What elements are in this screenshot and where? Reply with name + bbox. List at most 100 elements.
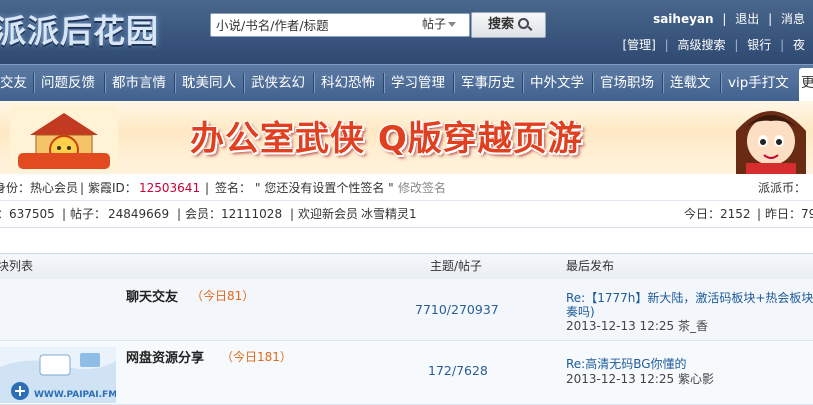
last-post-title-link[interactable]: Re:【1777h】新大陆，激活码板块+热会板块 <box>566 289 813 306</box>
divider: | <box>722 12 727 26</box>
nav-divider <box>313 73 314 93</box>
search-type-dropdown[interactable]: 帖子 <box>422 13 470 35</box>
advanced-search-link[interactable]: 高级搜索 <box>678 38 726 52</box>
nav-item-military-history[interactable]: 军事历史 <box>461 65 515 101</box>
divider: | <box>177 207 182 221</box>
divider: | <box>664 38 669 52</box>
last-post-time: 2013-12-13 12:25 <box>566 319 675 333</box>
divider: | <box>80 181 85 195</box>
nav-item-danmei[interactable]: 耽美同人 <box>182 65 236 101</box>
profile-info-row: 身份： 热心会员 | 紫霞ID： 12503641 | 签名： " 您还没有设置… <box>0 176 813 201</box>
messages-link[interactable]: 消息 <box>781 12 805 26</box>
user-links-secondary: [管理] | 高级搜索 | 银行 | 夜 <box>622 36 805 53</box>
chevron-down-icon <box>448 22 457 27</box>
nav-item-feedback[interactable]: 问题反馈 <box>41 65 95 101</box>
search-button-label: 搜索 <box>487 17 514 32</box>
forum-thumbnail-icon: WWW.PAIPAI.FM <box>0 347 116 403</box>
column-forum: 块列表 <box>0 259 34 273</box>
signature-label: 签名： <box>215 181 252 195</box>
nav-item-more[interactable]: 更 <box>801 65 813 101</box>
search-icon <box>518 18 529 29</box>
posts-value: 24849669 <box>108 207 170 221</box>
nav-divider <box>453 73 454 93</box>
game-logo-icon <box>10 105 118 171</box>
forum-table-header: 块列表 主题/帖子 最后发布 <box>0 253 813 280</box>
welcome-text: 欢迎新会员 <box>298 207 359 221</box>
posts-label: 帖子： <box>70 207 107 221</box>
banner-slogan: 办公室武侠 Q版穿越页游 <box>190 119 583 159</box>
today-label: 今日： <box>684 207 721 221</box>
cartoon-character-icon <box>736 111 806 174</box>
last-post-meta: 2013-12-13 12:25 紫心影 <box>566 370 714 387</box>
forum-today-count: （今日181） <box>221 350 292 364</box>
divider: | <box>290 207 295 221</box>
nav-item-jiaoyou[interactable]: 交友 <box>0 65 27 101</box>
forum-title-link[interactable]: 聊天交友 <box>126 286 178 305</box>
site-logo[interactable]: 派派后花园 <box>0 6 159 52</box>
forum-today-count: （今日81） <box>191 289 255 303</box>
topics-count: ：637505 <box>0 207 55 221</box>
divider: | <box>734 38 739 52</box>
yesterday-label: 昨日： <box>765 207 802 221</box>
ad-banner[interactable]: 办公室武侠 Q版穿越页游 <box>0 101 813 174</box>
last-post-meta: 2013-12-13 12:25 茶_香 <box>566 317 708 334</box>
divider: | <box>757 207 762 221</box>
nav-divider <box>383 73 384 93</box>
yesterday-value: 79 <box>801 207 813 221</box>
identity-label: 身份： <box>0 181 31 195</box>
ziyin-label: 紫霞ID： <box>88 181 137 195</box>
forum-topic-post-count: 7710/270937 <box>415 302 499 317</box>
search-button[interactable]: 搜索 <box>471 12 546 38</box>
thumbnail-text: WWW.PAIPAI.FM <box>34 390 116 400</box>
nav-divider <box>243 73 244 93</box>
divider: | <box>768 12 773 26</box>
forum-row: WWW.PAIPAI.FM 网盘资源分享 （今日181） 172/7628 Re… <box>0 341 813 405</box>
column-last-post: 最后发布 <box>566 259 615 273</box>
divider: | <box>62 207 67 221</box>
more-link[interactable]: 夜 <box>793 38 805 52</box>
user-links: saiheyan | 退出 | 消息 <box>653 10 805 27</box>
search-input[interactable] <box>213 14 419 36</box>
site-stats-row: ：637505 | 帖子： 24849669 | 会员： 12111028 | … <box>0 201 813 228</box>
nav-item-serial[interactable]: 连载文 <box>670 65 711 101</box>
divider: | <box>780 38 785 52</box>
site-header: 派派后花园 帖子 搜索 saiheyan | 退出 | 消息 [管理] | 高级… <box>0 0 813 64</box>
nav-divider <box>592 73 593 93</box>
nav-item-wuxia[interactable]: 武侠玄幻 <box>251 65 305 101</box>
nav-divider <box>522 73 523 93</box>
last-post-user-link[interactable]: 紫心影 <box>678 372 714 386</box>
ziyin-value: 12503641 <box>139 181 201 195</box>
nav-item-urban-romance[interactable]: 都市言情 <box>112 65 166 101</box>
nav-item-scifi-horror[interactable]: 科幻恐怖 <box>321 65 375 101</box>
last-post-user-link[interactable]: 茶_香 <box>678 319 708 333</box>
members-label: 会员： <box>185 207 222 221</box>
nav-item-literature[interactable]: 中外文学 <box>530 65 584 101</box>
nav-divider <box>33 73 34 93</box>
identity-value: 热心会员 <box>30 181 79 195</box>
nav-item-workplace[interactable]: 官场职场 <box>600 65 654 101</box>
nav-item-study[interactable]: 学习管理 <box>391 65 445 101</box>
admin-link[interactable]: [管理] <box>622 38 655 52</box>
coin-label: 派派币： <box>758 181 807 195</box>
forum-row: 聊天交友 （今日81） 7710/270937 Re:【1777h】新大陆，激活… <box>0 279 813 341</box>
nav-divider <box>104 73 105 93</box>
column-topics-posts: 主题/帖子 <box>430 259 483 273</box>
nav-item-vip[interactable]: vip手打文 <box>728 65 789 101</box>
nav-divider <box>174 73 175 93</box>
logout-link[interactable]: 退出 <box>735 12 759 26</box>
forum-topic-post-count: 172/7628 <box>428 363 488 378</box>
main-nav: 交友 问题反馈 都市言情 耽美同人 武侠玄幻 科幻恐怖 学习管理 军事历史 中外… <box>0 64 813 101</box>
bank-link[interactable]: 银行 <box>747 38 771 52</box>
newest-member-link[interactable]: 冰雪精灵1 <box>361 201 417 227</box>
members-value: 12111028 <box>221 207 283 221</box>
last-post-time: 2013-12-13 12:25 <box>566 372 675 386</box>
today-value: 2152 <box>720 207 751 221</box>
signature-value: " 您还没有设置个性签名 " <box>255 181 394 195</box>
nav-divider <box>662 73 663 93</box>
search-type-label: 帖子 <box>422 17 447 31</box>
nav-divider <box>720 73 721 93</box>
forum-title-link[interactable]: 网盘资源分享 <box>126 347 204 366</box>
divider: | <box>205 181 210 195</box>
edit-signature-link[interactable]: 修改签名 <box>398 176 446 200</box>
username-link[interactable]: saiheyan <box>653 12 714 26</box>
